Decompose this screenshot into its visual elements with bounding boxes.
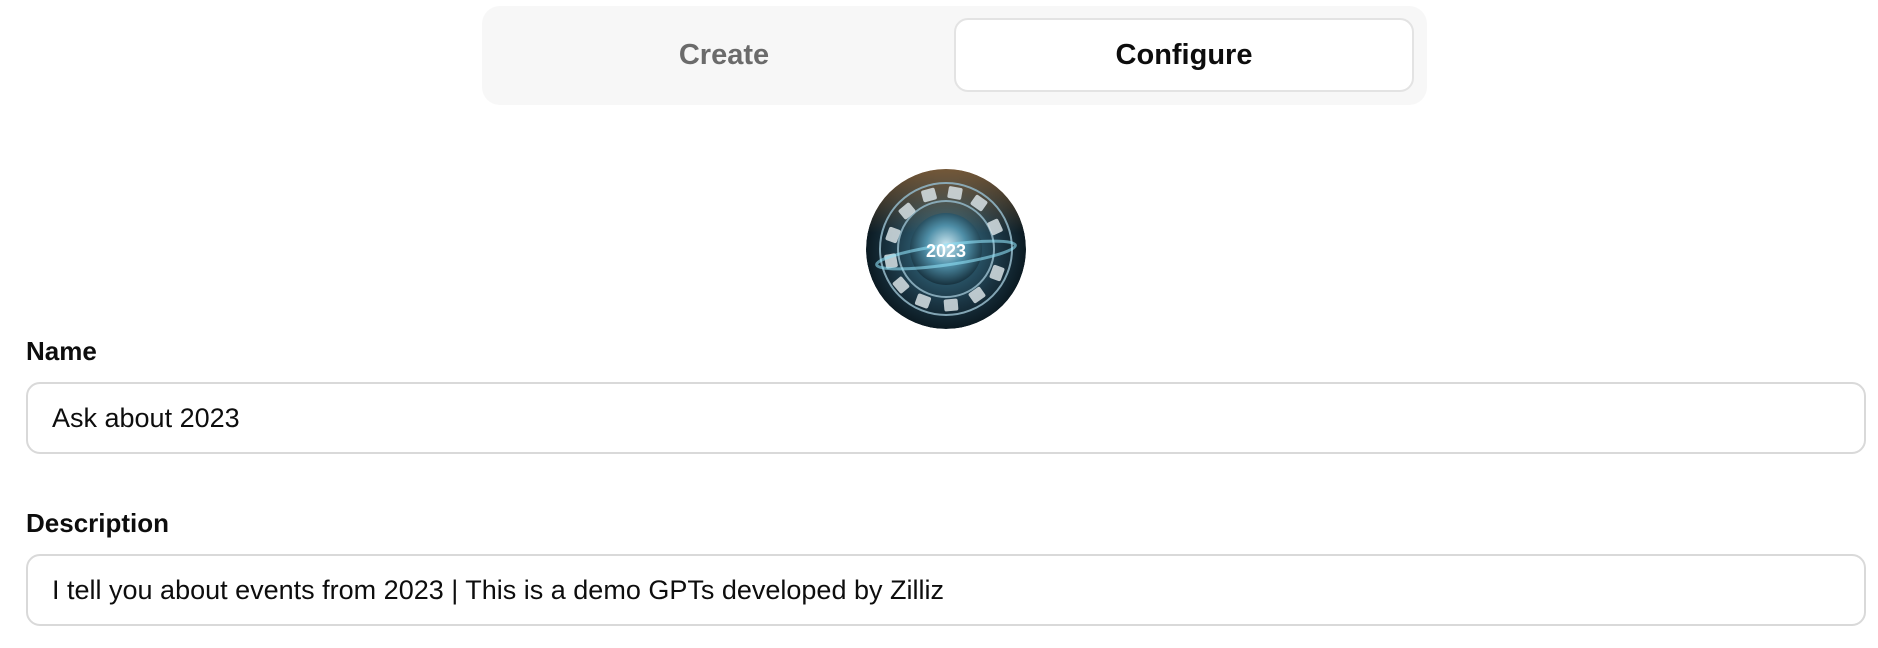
gpt-avatar-image[interactable]: 2023: [866, 169, 1026, 329]
name-input[interactable]: [26, 382, 1866, 454]
tab-create[interactable]: Create: [494, 18, 954, 92]
name-label: Name: [26, 336, 97, 366]
description-label: Description: [26, 508, 170, 538]
tab-configure[interactable]: Configure: [954, 18, 1414, 92]
svg-text:2023: 2023: [926, 241, 966, 261]
description-input[interactable]: [26, 554, 1866, 626]
mode-tab-bar: Create Configure: [482, 6, 1427, 105]
